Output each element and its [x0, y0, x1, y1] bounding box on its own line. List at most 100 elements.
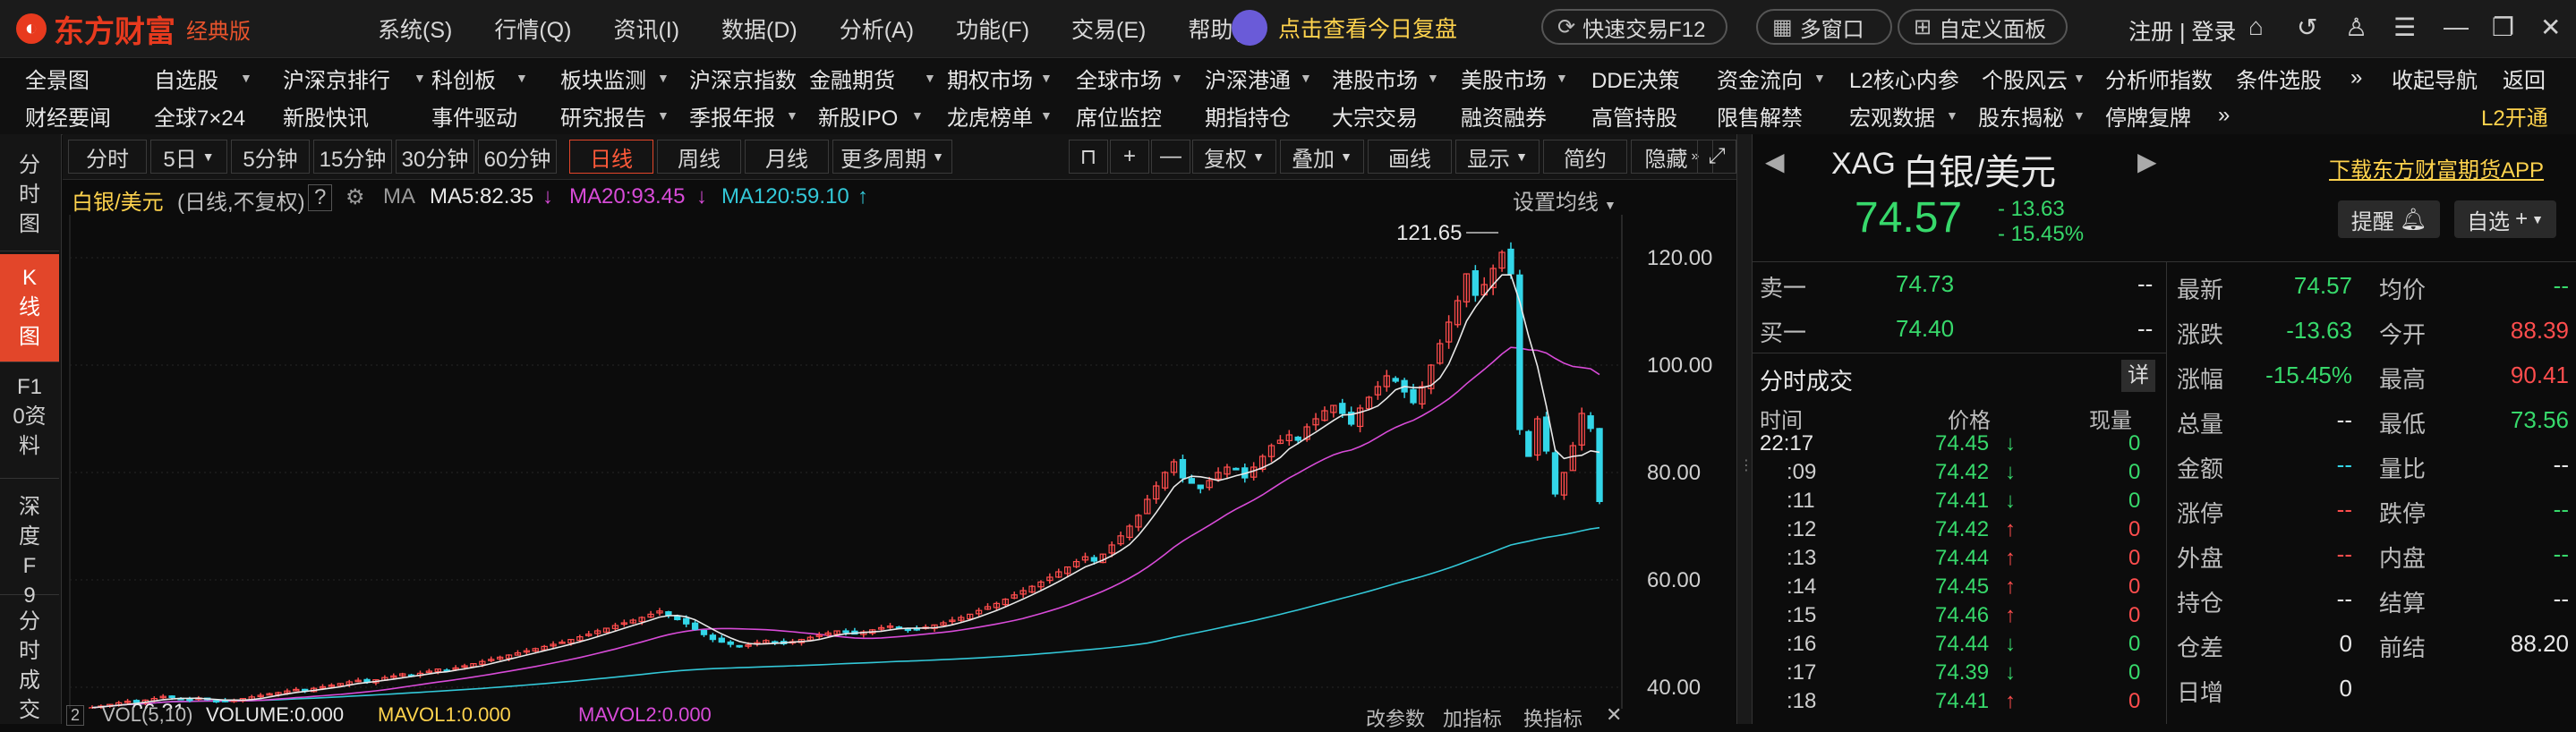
nav-sector-monitor[interactable]: 板块监测: [560, 63, 646, 94]
nav-hk[interactable]: 港股市场: [1332, 63, 1418, 94]
nav-back[interactable]: 返回: [2503, 63, 2546, 94]
home-icon[interactable]: ⌂: [2248, 13, 2264, 41]
add-indicator-button[interactable]: 加指标: [1443, 703, 1502, 732]
zoom-out-icon[interactable]: —: [1151, 140, 1190, 174]
detail-button[interactable]: 详: [2121, 360, 2155, 392]
simple-button[interactable]: 简约: [1543, 140, 1627, 174]
nav-indices[interactable]: 沪深京指数: [689, 63, 797, 94]
overlay-button[interactable]: 叠加 ▼: [1280, 140, 1364, 174]
tab-kline[interactable]: K线图: [0, 254, 59, 362]
download-app-link[interactable]: 下载东方财富期货APP: [2329, 152, 2544, 183]
tab-timeshare[interactable]: 分时图: [0, 141, 59, 251]
menu-icon[interactable]: ☰: [2393, 13, 2416, 42]
nav-event[interactable]: 事件驱动: [431, 100, 517, 132]
nav-dragon-tiger[interactable]: 龙虎榜单: [947, 100, 1033, 132]
nav-margin[interactable]: 融资融券: [1461, 100, 1547, 132]
period-monthly[interactable]: 月线: [745, 140, 829, 174]
custom-panel-button[interactable]: ⊞ 自定义面板: [1898, 9, 2068, 45]
ma-settings-button[interactable]: 设置均线 ▼: [1513, 184, 1616, 216]
nav-overview[interactable]: 全景图: [25, 63, 90, 94]
nav-macro[interactable]: 宏观数据: [1849, 100, 1935, 132]
nav-collapse[interactable]: 收起导航: [2392, 63, 2478, 94]
register-link[interactable]: 注册: [2128, 20, 2173, 45]
period-timeshare[interactable]: 分时: [68, 140, 147, 174]
nav-position[interactable]: 期指持仓: [1205, 100, 1291, 132]
nav-options[interactable]: 期权市场: [947, 63, 1033, 94]
tab-ticks[interactable]: 分时成交: [0, 598, 59, 724]
period-5min[interactable]: 5分钟: [231, 140, 310, 174]
menu-system[interactable]: 系统(S): [378, 13, 452, 45]
nav-l2-open[interactable]: L2开通: [2481, 100, 2548, 132]
prev-instrument-icon[interactable]: ◀: [1765, 147, 1785, 176]
nav-block-trade[interactable]: 大宗交易: [1332, 100, 1418, 132]
nav-dde[interactable]: DDE决策: [1591, 63, 1680, 94]
nav-ipo[interactable]: 新股IPO: [818, 100, 898, 132]
period-5day[interactable]: 5日 ▼: [150, 140, 227, 174]
close-icon[interactable]: ✕: [2540, 13, 2561, 42]
menu-trade[interactable]: 交易(E): [1071, 13, 1146, 45]
tab-f10[interactable]: F10资料: [0, 365, 59, 479]
nav-us[interactable]: 美股市场: [1461, 63, 1547, 94]
nav-more[interactable]: »: [2350, 65, 2362, 90]
nav-watchlist[interactable]: 自选股: [154, 63, 218, 94]
login-link[interactable]: 登录: [2191, 20, 2236, 45]
nav-screener[interactable]: 条件选股: [2236, 63, 2322, 94]
menu-data[interactable]: 数据(D): [721, 13, 798, 45]
nav-holdings[interactable]: 高管持股: [1591, 100, 1677, 132]
nav-seat[interactable]: 席位监控: [1076, 100, 1162, 132]
period-more[interactable]: 更多周期 ▼: [832, 140, 952, 174]
nav-research[interactable]: 研究报告: [560, 100, 646, 132]
menu-function[interactable]: 功能(F): [956, 13, 1029, 45]
period-daily[interactable]: 日线: [569, 140, 653, 174]
menu-analysis[interactable]: 分析(A): [840, 13, 914, 45]
restore-icon[interactable]: ❐: [2492, 13, 2514, 42]
skin-icon[interactable]: ♙: [2345, 13, 2367, 42]
switch-indicator-button[interactable]: 换指标: [1523, 703, 1582, 732]
panel-count[interactable]: 2: [66, 705, 85, 726]
nav-l2[interactable]: L2核心内参: [1849, 63, 1959, 94]
nav-news[interactable]: 财经要闻: [25, 100, 111, 132]
nav-connect[interactable]: 沪深港通: [1205, 63, 1291, 94]
help-icon[interactable]: ?: [308, 184, 333, 211]
adjust-button[interactable]: 复权 ▼: [1192, 140, 1276, 174]
back-icon[interactable]: ↺: [2297, 13, 2317, 42]
nav-shareholders[interactable]: 股东揭秘: [1978, 100, 2064, 132]
menu-quotes[interactable]: 行情(Q): [494, 13, 571, 45]
drag-handle-icon[interactable]: ⋮: [1739, 456, 1753, 474]
nav-analyst[interactable]: 分析师指数: [2105, 63, 2213, 94]
nav-ranking[interactable]: 沪深京排行: [283, 63, 390, 94]
nav-reports[interactable]: 季报年报: [689, 100, 775, 132]
alert-button[interactable]: 提醒 🔔︎: [2338, 200, 2440, 238]
nav-unlock[interactable]: 限售解禁: [1717, 100, 1803, 132]
settings-gear-icon[interactable]: ⚙: [345, 184, 365, 210]
daily-review-promo[interactable]: 点击查看今日复盘: [1232, 7, 1457, 48]
quick-trade-button[interactable]: ⟳ 快速交易F12: [1541, 9, 1727, 45]
nav-fund-flow[interactable]: 资金流向: [1717, 63, 1803, 94]
nav-more2[interactable]: »: [2218, 103, 2230, 128]
kline-chart[interactable]: 120.00 100.00 80.00 60.00 40.00 121.6536.21: [63, 215, 1736, 709]
minimize-icon[interactable]: —: [2444, 13, 2469, 41]
period-weekly[interactable]: 周线: [657, 140, 741, 174]
nav-724[interactable]: 全球7×24: [154, 100, 245, 132]
nav-ipo-news[interactable]: 新股快讯: [283, 100, 369, 132]
close-icon[interactable]: ✕: [1606, 703, 1622, 727]
period-15min[interactable]: 15分钟: [313, 140, 392, 174]
lock-icon[interactable]: ⊓: [1069, 140, 1108, 174]
nav-suspension[interactable]: 停牌复牌: [2105, 100, 2191, 132]
nav-global[interactable]: 全球市场: [1076, 63, 1162, 94]
tab-depth[interactable]: 深度F9: [0, 481, 59, 608]
nav-fin-futures[interactable]: 金融期货: [809, 63, 895, 94]
zoom-in-icon[interactable]: +: [1110, 140, 1149, 174]
draw-line-button[interactable]: 画线: [1368, 140, 1452, 174]
period-60min[interactable]: 60分钟: [478, 140, 557, 174]
nav-star-market[interactable]: 科创板: [431, 63, 496, 94]
nav-stock-risk[interactable]: 个股风云: [1982, 63, 2068, 94]
change-params-button[interactable]: 改参数: [1366, 703, 1425, 732]
watchlist-button[interactable]: 自选 + ▼: [2454, 200, 2556, 238]
next-instrument-icon[interactable]: ▶: [2137, 147, 2157, 176]
fullscreen-icon[interactable]: ⤢: [1697, 140, 1736, 174]
menu-info[interactable]: 资讯(I): [613, 13, 679, 45]
period-30min[interactable]: 30分钟: [396, 140, 474, 174]
panel-splitter[interactable]: ⋮: [1736, 134, 1753, 724]
multi-window-button[interactable]: ▦ 多窗口: [1756, 9, 1892, 45]
